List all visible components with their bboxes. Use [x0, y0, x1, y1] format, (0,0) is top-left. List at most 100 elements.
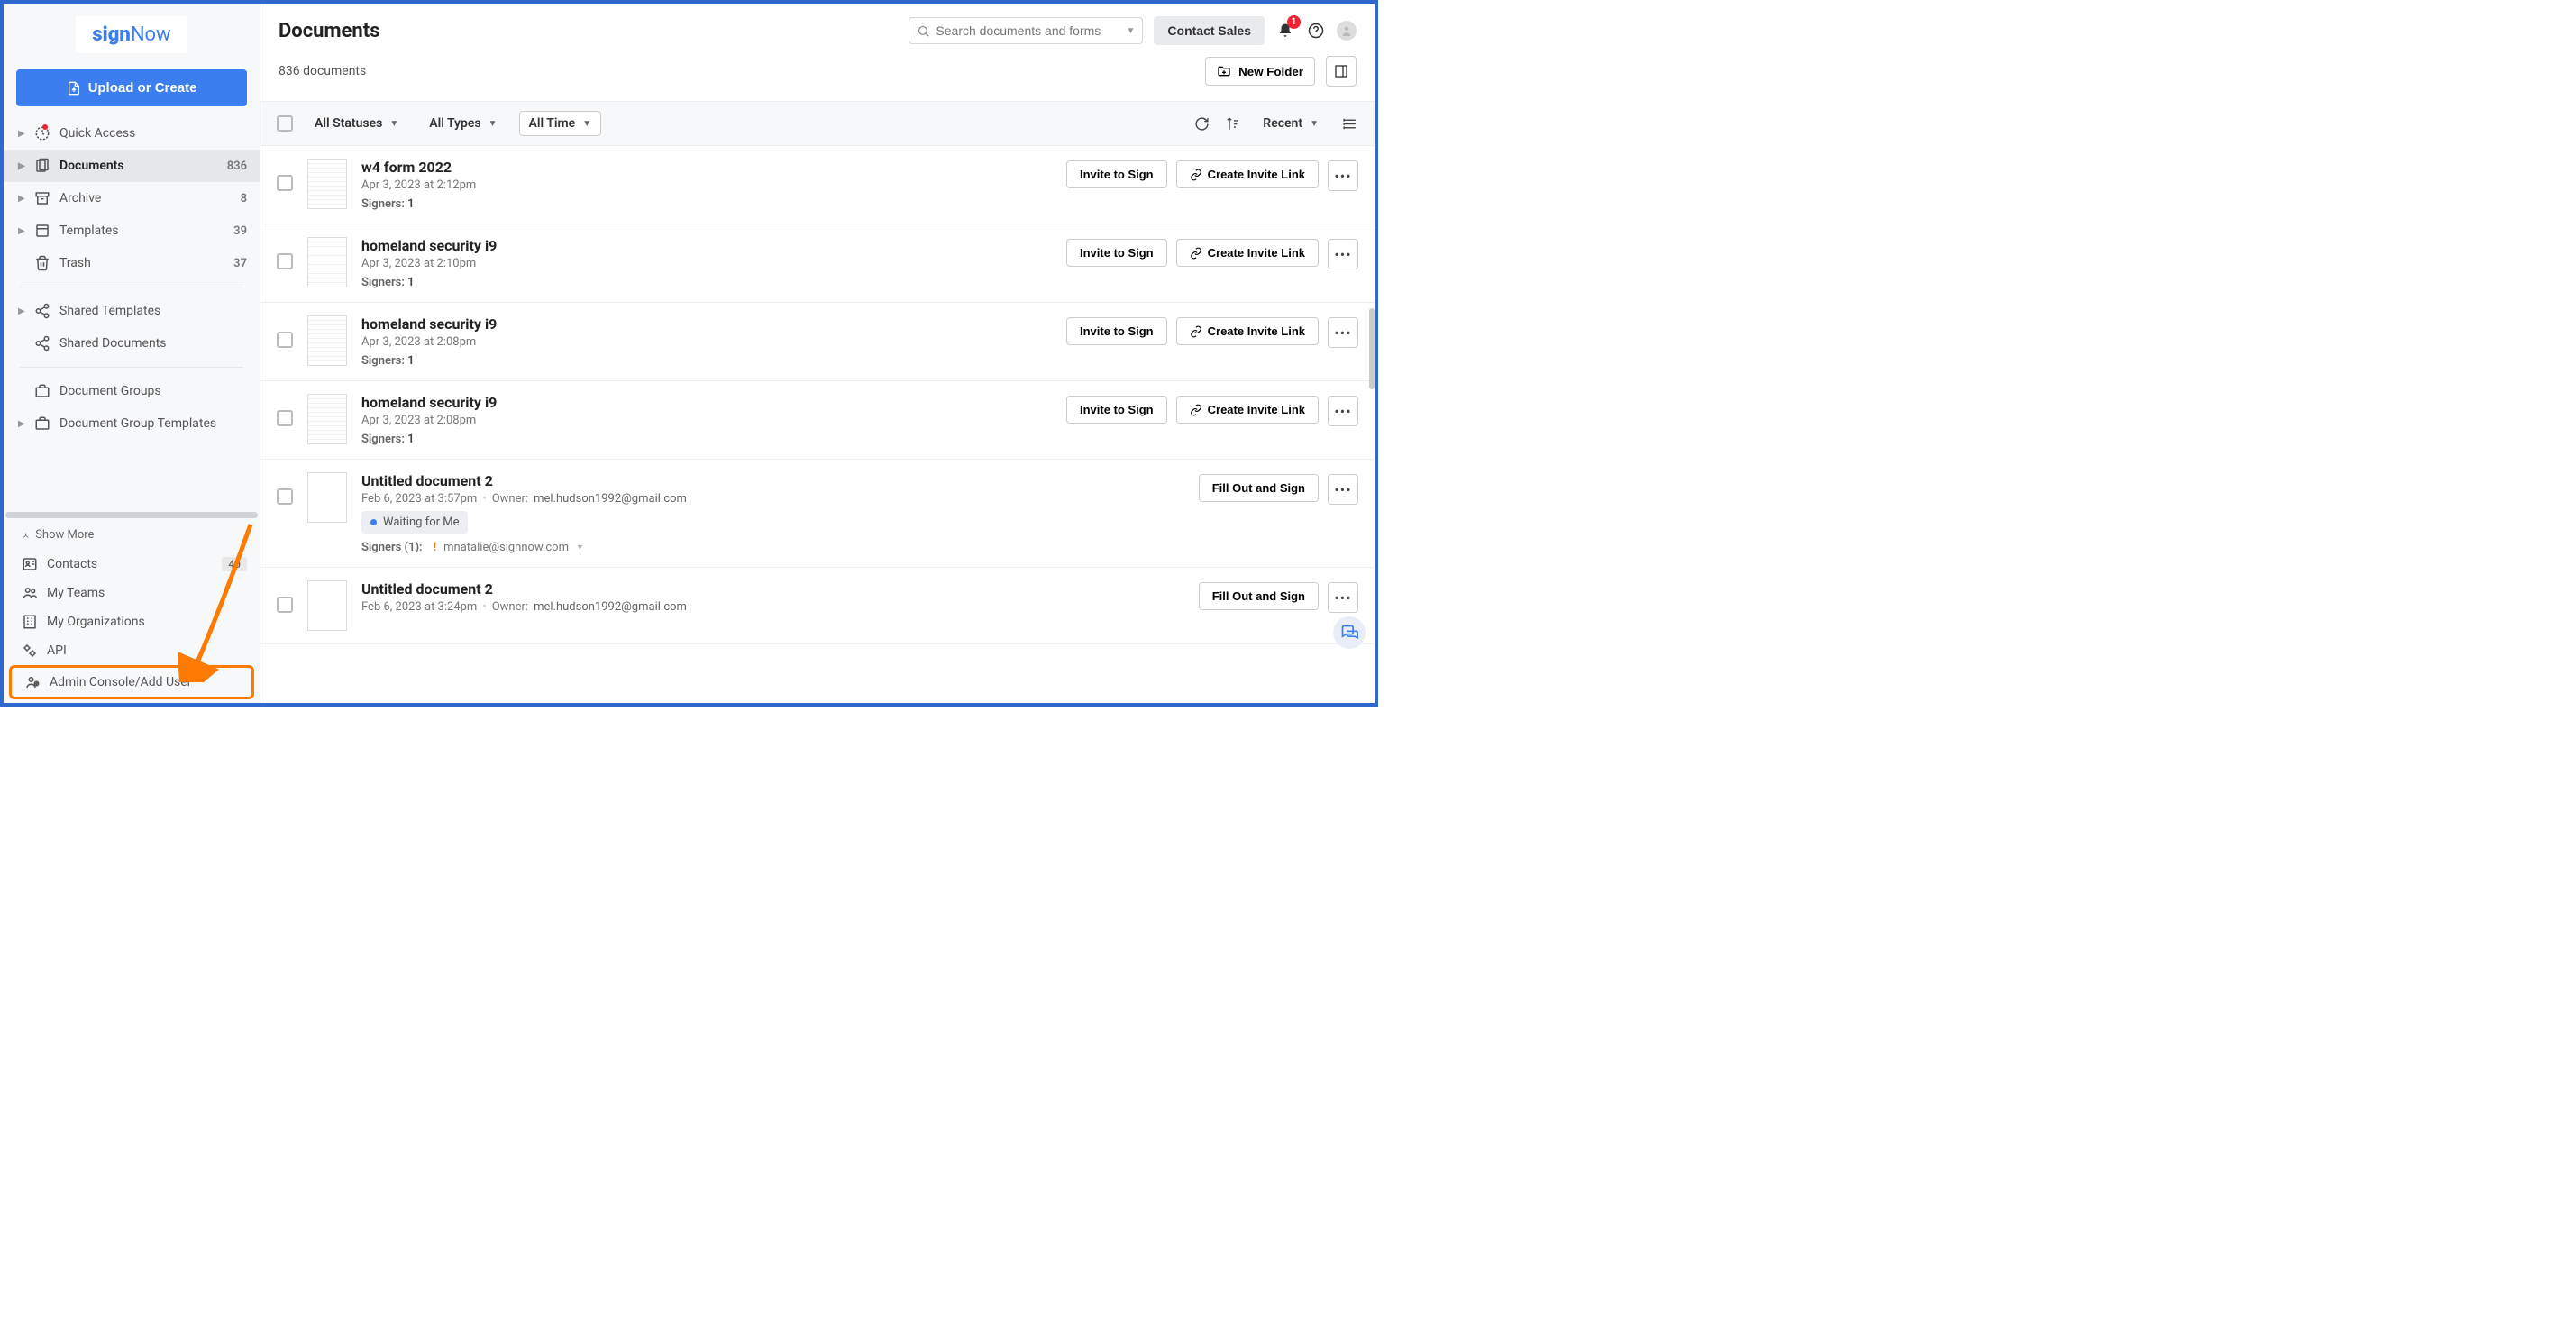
- row-checkbox[interactable]: [277, 332, 293, 348]
- user-icon: [1338, 23, 1355, 39]
- create-invite-link-button[interactable]: Create Invite Link: [1176, 396, 1319, 424]
- document-row[interactable]: Untitled document 2 Feb 6, 2023 at 3:57p…: [260, 460, 1375, 568]
- more-options-button[interactable]: •••: [1328, 239, 1358, 269]
- document-meta: Apr 3, 2023 at 2:12pm: [361, 178, 1052, 192]
- document-title: homeland security i9: [361, 237, 1052, 254]
- sidebar-item-label: Document Groups: [59, 384, 247, 398]
- sidebar-item-count: 40: [222, 557, 247, 571]
- sidebar-item-label: My Organizations: [47, 615, 247, 629]
- document-row[interactable]: w4 form 2022 Apr 3, 2023 at 2:12pm Signe…: [260, 146, 1375, 224]
- notifications-button[interactable]: 1: [1275, 21, 1295, 41]
- document-row[interactable]: homeland security i9 Apr 3, 2023 at 2:08…: [260, 303, 1375, 381]
- list-scrollbar[interactable]: [1369, 308, 1375, 389]
- search-input[interactable]: [936, 23, 1120, 38]
- signers-line: Signers: 1: [361, 354, 1052, 368]
- row-checkbox[interactable]: [277, 175, 293, 191]
- upload-create-button[interactable]: Upload or Create: [16, 69, 247, 106]
- document-thumbnail: [307, 315, 347, 366]
- create-invite-link-button[interactable]: Create Invite Link: [1176, 160, 1319, 188]
- sidebar-item-documents[interactable]: ▶ Documents 836: [4, 150, 260, 182]
- chevron-down-icon: ▼: [1310, 119, 1319, 129]
- contact-sales-button[interactable]: Contact Sales: [1154, 16, 1265, 45]
- sort-direction-button[interactable]: [1223, 114, 1241, 132]
- document-list: w4 form 2022 Apr 3, 2023 at 2:12pm Signe…: [260, 146, 1375, 703]
- sidebar-scrollbar[interactable]: [5, 512, 258, 518]
- fill-out-sign-button[interactable]: Fill Out and Sign: [1199, 582, 1319, 610]
- filter-time[interactable]: All Time▼: [519, 111, 602, 136]
- row-checkbox[interactable]: [277, 597, 293, 613]
- chevron-down-icon: ▼: [576, 543, 584, 552]
- sidebar-item-my-organizations[interactable]: My Organizations: [4, 607, 260, 636]
- help-button[interactable]: [1306, 21, 1326, 41]
- signers-line: Signers: 1: [361, 276, 1052, 289]
- create-invite-link-button[interactable]: Create Invite Link: [1176, 239, 1319, 267]
- trash-icon: [34, 255, 50, 271]
- list-icon: [1342, 116, 1357, 132]
- link-icon: [1190, 325, 1202, 338]
- sidebar-item-count: 836: [227, 160, 247, 173]
- filter-statuses[interactable]: All Statuses▼: [306, 112, 407, 135]
- create-invite-link-button[interactable]: Create Invite Link: [1176, 317, 1319, 345]
- more-options-button[interactable]: •••: [1328, 396, 1358, 426]
- sidebar-item-templates[interactable]: ▶ Templates 39: [4, 214, 260, 247]
- row-checkbox[interactable]: [277, 488, 293, 505]
- invite-to-sign-button[interactable]: Invite to Sign: [1066, 396, 1167, 424]
- view-list-button[interactable]: [1340, 114, 1358, 132]
- filter-bar: All Statuses▼ All Types▼ All Time▼ Recen…: [260, 101, 1375, 146]
- user-avatar[interactable]: [1337, 21, 1357, 41]
- document-row[interactable]: homeland security i9 Apr 3, 2023 at 2:08…: [260, 381, 1375, 460]
- status-badge: Waiting for Me: [361, 511, 468, 534]
- sidebar-item-shared-templates[interactable]: ▶ Shared Templates: [4, 295, 260, 327]
- row-checkbox[interactable]: [277, 410, 293, 426]
- sidebar-item-contacts[interactable]: Contacts 40: [4, 550, 260, 579]
- document-row[interactable]: homeland security i9 Apr 3, 2023 at 2:10…: [260, 224, 1375, 303]
- row-checkbox[interactable]: [277, 253, 293, 269]
- sidebar-item-document-groups[interactable]: ▶ Document Groups: [4, 375, 260, 407]
- more-options-button[interactable]: •••: [1328, 160, 1358, 191]
- new-folder-button[interactable]: New Folder: [1205, 57, 1315, 86]
- filter-types[interactable]: All Types▼: [420, 112, 506, 135]
- invite-to-sign-button[interactable]: Invite to Sign: [1066, 317, 1167, 345]
- upload-icon: [67, 81, 81, 96]
- invite-to-sign-button[interactable]: Invite to Sign: [1066, 239, 1167, 267]
- more-options-button[interactable]: •••: [1328, 474, 1358, 505]
- more-options-button[interactable]: •••: [1328, 317, 1358, 348]
- sidebar-item-trash[interactable]: ▶ Trash 37: [4, 247, 260, 279]
- sidebar-item-api[interactable]: API: [4, 636, 260, 665]
- select-all-checkbox[interactable]: [277, 115, 293, 132]
- refresh-button[interactable]: [1192, 114, 1210, 132]
- document-thumbnail: [307, 472, 347, 523]
- share-icon: [34, 303, 50, 319]
- logo[interactable]: signNow: [4, 4, 260, 60]
- warning-icon: !: [434, 541, 437, 554]
- invite-to-sign-button[interactable]: Invite to Sign: [1066, 160, 1167, 188]
- notification-badge: 1: [1287, 15, 1301, 29]
- chat-fab-button[interactable]: [1333, 616, 1366, 649]
- page-title: Documents: [279, 20, 898, 42]
- chevron-right-icon: ▶: [18, 161, 25, 171]
- sidebar-item-document-group-templates[interactable]: ▶ Document Group Templates: [4, 407, 260, 440]
- document-meta: Apr 3, 2023 at 2:08pm: [361, 414, 1052, 427]
- sidebar-item-my-teams[interactable]: My Teams: [4, 579, 260, 607]
- document-row[interactable]: Untitled document 2 Feb 6, 2023 at 3:24p…: [260, 568, 1375, 644]
- document-meta: Feb 6, 2023 at 3:24pm • Owner: mel.hudso…: [361, 600, 1184, 614]
- sidebar-item-label: Contacts: [47, 557, 213, 571]
- sidebar-item-shared-documents[interactable]: ▶ Shared Documents: [4, 327, 260, 360]
- chevron-up-icon: ㅅ: [22, 528, 30, 542]
- search-input-wrap[interactable]: ▼: [909, 17, 1143, 44]
- chevron-right-icon: ▶: [18, 306, 25, 316]
- panel-toggle-button[interactable]: [1326, 56, 1357, 87]
- more-options-button[interactable]: •••: [1328, 582, 1358, 613]
- team-icon: [22, 585, 38, 601]
- fill-out-sign-button[interactable]: Fill Out and Sign: [1199, 474, 1319, 502]
- sidebar-item-archive[interactable]: ▶ Archive 8: [4, 182, 260, 214]
- share-icon: [34, 335, 50, 351]
- show-more-toggle[interactable]: ㅅ Show More: [4, 520, 260, 550]
- document-title: Untitled document 2: [361, 580, 1184, 598]
- help-icon: [1308, 23, 1324, 39]
- chevron-down-icon: ▼: [1127, 26, 1136, 36]
- sidebar-item-quick-access[interactable]: ▶ Quick Access: [4, 117, 260, 150]
- sort-recent[interactable]: Recent▼: [1254, 112, 1328, 135]
- notification-dot-icon: [42, 124, 48, 130]
- sidebar-item-admin-console[interactable]: Admin Console/Add User: [12, 668, 251, 697]
